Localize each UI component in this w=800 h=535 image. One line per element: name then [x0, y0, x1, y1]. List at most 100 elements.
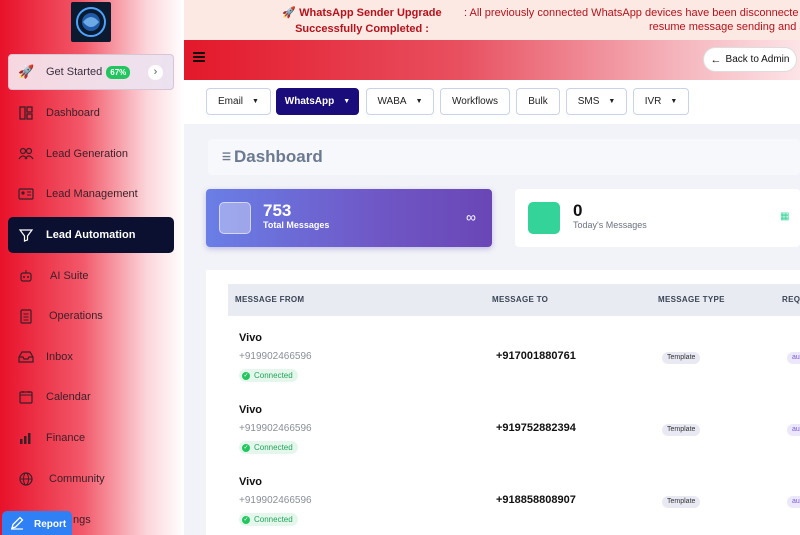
type-badge: Template: [662, 424, 701, 436]
stat-value: 753: [263, 201, 292, 220]
users-icon: [18, 146, 34, 162]
get-started-label: Get Started: [46, 66, 103, 78]
tab-bulk[interactable]: Bulk: [516, 88, 560, 115]
channel-tabs: Email ▼ WhatsApp ▼ WABA ▼ Workflows Bulk SM…: [184, 80, 800, 124]
sidebar-item-calendar[interactable]: Calendar: [8, 379, 174, 415]
sidebar-item-label: Lead Management: [46, 188, 138, 200]
sidebar-item-label: AI Suite: [50, 270, 89, 282]
tab-waba[interactable]: WABA ▼: [366, 88, 434, 115]
table-header: MESSAGE FROM MESSAGE TO MESSAGE TYPE REQ: [228, 284, 800, 316]
report-label: Report: [34, 518, 67, 530]
stat-icon-box: [219, 202, 251, 234]
sender-phone: +919902466596: [239, 351, 312, 362]
sender-name: Vivo: [239, 476, 263, 488]
caret-down-icon: ▼: [252, 98, 259, 105]
column-header: REQ: [782, 295, 800, 304]
dashboard-icon: [18, 105, 34, 121]
todays-messages-card: 0 Today's Messages ▦: [515, 189, 800, 247]
id-card-icon: [18, 186, 34, 202]
sidebar-item-dashboard[interactable]: Dashboard: [8, 95, 174, 131]
sidebar-item-inbox[interactable]: Inbox: [8, 339, 174, 375]
calendar-icon: [18, 389, 34, 405]
sender-name: Vivo: [239, 404, 263, 416]
logo[interactable]: [71, 2, 111, 42]
tab-ivr[interactable]: IVR ▼: [633, 88, 689, 115]
status-badge: ✓ Connected: [239, 369, 298, 382]
check-icon: ✓: [242, 515, 250, 524]
sidebar-item-operations[interactable]: Operations: [8, 298, 174, 334]
back-to-admin-button[interactable]: ← Back to Admin: [703, 47, 797, 72]
sender-phone: +919902466596: [239, 495, 312, 506]
sidebar-item-label: Calendar: [46, 391, 91, 403]
rocket-icon: 🚀: [18, 64, 35, 79]
sidebar-item-label: Lead Automation: [46, 229, 136, 241]
req-badge: au: [787, 496, 800, 508]
sender-name: Vivo: [239, 332, 263, 344]
sidebar-item-label: Finance: [46, 432, 86, 444]
table-row[interactable]: Vivo +919902466596 ✓ Connected +917001880…: [228, 324, 800, 396]
messages-table: MESSAGE FROM MESSAGE TO MESSAGE TYPE REQ…: [206, 270, 800, 535]
total-messages-card: 753 Total Messages ∞: [206, 189, 492, 247]
sidebar-item-lead-management[interactable]: Lead Management: [8, 176, 174, 212]
tab-email[interactable]: Email ▼: [206, 88, 271, 115]
type-badge: Template: [662, 352, 701, 364]
sidebar-item-lead-generation[interactable]: Lead Generation: [8, 136, 174, 172]
check-icon: ✓: [242, 371, 250, 380]
column-header: MESSAGE TYPE: [658, 295, 725, 304]
status-badge: ✓ Connected: [239, 441, 298, 454]
tab-workflows[interactable]: Workflows: [440, 88, 510, 115]
list-icon: ☰: [222, 151, 231, 163]
calendar-icon: ▦: [780, 211, 790, 222]
banner-message-line2: resume message sending and a: [649, 21, 800, 33]
stat-label: Today's Messages: [573, 220, 647, 230]
clipboard-icon: [18, 308, 34, 324]
rocket-icon: 🚀: [282, 7, 300, 19]
funnel-icon: [18, 227, 34, 243]
stat-label: Total Messages: [263, 220, 330, 230]
caret-down-icon: ▼: [343, 98, 351, 105]
get-started-button[interactable]: 🚀 Get Started 67% ›: [8, 54, 174, 90]
pencil-icon: [10, 516, 24, 533]
arrow-left-icon: ←: [710, 53, 722, 66]
globe-icon: [18, 471, 34, 487]
infinity-icon: ∞: [466, 209, 476, 225]
sidebar-item-community[interactable]: Community: [8, 461, 174, 497]
caret-down-icon: ▼: [608, 98, 616, 105]
tab-sms[interactable]: SMS ▼: [566, 88, 627, 115]
menu-icon[interactable]: [193, 52, 205, 62]
sidebar-item-ai-suite[interactable]: AI Suite: [8, 258, 174, 294]
tab-whatsapp[interactable]: WhatsApp ▼: [276, 88, 359, 115]
sidebar-item-lead-automation[interactable]: Lead Automation: [8, 217, 174, 253]
inbox-icon: [18, 349, 34, 365]
type-badge: Template: [662, 496, 701, 508]
sidebar-item-finance[interactable]: Finance: [8, 420, 174, 456]
req-badge: au: [787, 352, 800, 364]
finance-icon: [18, 430, 34, 446]
caret-down-icon: ▼: [415, 98, 423, 105]
sidebar-item-label: Community: [49, 473, 105, 485]
column-header: MESSAGE FROM: [235, 295, 305, 304]
progress-badge: 67%: [106, 65, 131, 79]
sidebar-item-label: Dashboard: [46, 107, 100, 119]
sidebar-item-label: ngs: [73, 514, 91, 526]
column-header: MESSAGE TO: [492, 295, 549, 304]
report-button[interactable]: Report: [2, 511, 72, 535]
status-badge: ✓ Connected: [239, 513, 298, 526]
chevron-right-icon[interactable]: ›: [148, 65, 163, 80]
robot-icon: [18, 268, 34, 284]
recipient-phone: +917001880761: [496, 350, 576, 362]
recipient-phone: +918858808907: [496, 494, 576, 506]
check-icon: ✓: [242, 443, 250, 452]
sidebar-item-label: Inbox: [46, 351, 73, 363]
stat-icon-box: [528, 202, 560, 234]
stat-value: 0: [573, 201, 583, 220]
table-row[interactable]: Vivo +919902466596 ✓ Connected +918858808…: [228, 468, 800, 535]
req-badge: au: [787, 424, 800, 436]
sender-phone: +919902466596: [239, 423, 312, 434]
banner-title: 🚀 WhatsApp Sender Upgrade Successfully C…: [282, 7, 442, 35]
sidebar: 🚀 Get Started 67% › Dashboard Lead Gener…: [0, 0, 184, 535]
table-row[interactable]: Vivo +919902466596 ✓ Connected +919752882…: [228, 396, 800, 468]
recipient-phone: +919752882394: [496, 422, 576, 434]
back-label: Back to Admin: [725, 54, 790, 65]
caret-down-icon: ▼: [670, 98, 678, 105]
